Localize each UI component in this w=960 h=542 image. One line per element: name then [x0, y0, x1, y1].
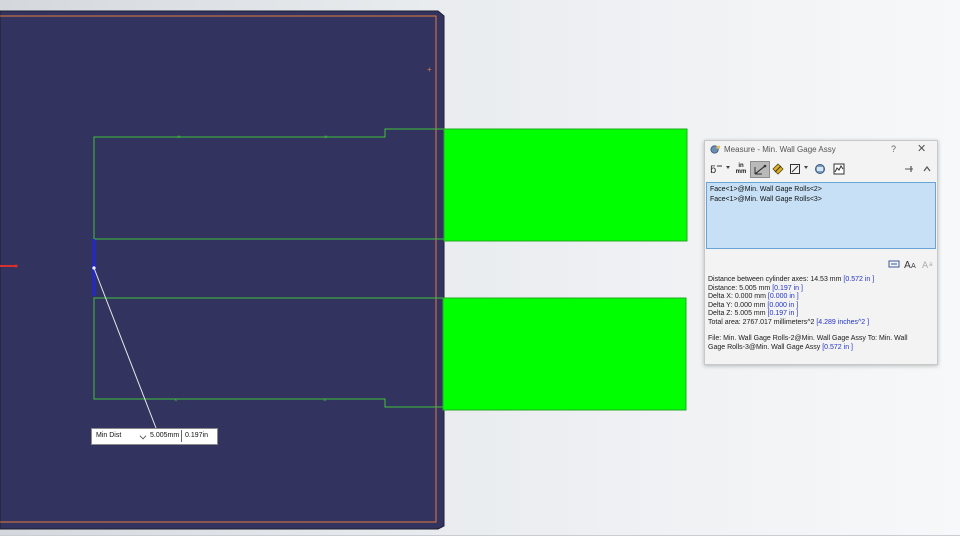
sketch-point: × — [174, 398, 178, 404]
help-button[interactable]: ? — [891, 144, 896, 154]
callout-value-mm: 5.005mm — [150, 432, 180, 439]
result-file-line2: Gage Rolls-3@Min. Wall Gage Assy [0.572 … — [708, 344, 853, 351]
roll-upper — [443, 128, 688, 242]
callout-divider — [181, 430, 182, 442]
result-cylinder-axes: Distance between cylinder axes: 14.53 mm… — [708, 276, 874, 283]
collapse-icon[interactable] — [921, 161, 933, 176]
result-inches: [0.000 in ] — [767, 293, 799, 300]
result-label: Delta Z: 5.005 mm — [708, 310, 766, 317]
measurement-history-icon[interactable] — [812, 161, 827, 176]
selection-item[interactable]: Face<1>@Min. Wall Gage Rolls<3> — [710, 196, 822, 203]
dialog-title: Measure - Min. Wall Gage Assy — [724, 145, 836, 154]
part-body — [0, 10, 445, 530]
roll-lower — [442, 297, 687, 411]
result-inches: [4.289 inches^2 ] — [816, 318, 870, 326]
result-inches: [0.197 in ] — [772, 284, 803, 292]
result-total-area: Total area: 2767.017 millimeters^2 [4.28… — [708, 319, 869, 326]
result-label: Delta X: 0.000 mm — [708, 293, 766, 300]
result-label: Gage Rolls-3@Min. Wall Gage Assy — [708, 343, 821, 351]
selection-list[interactable]: Face<1>@Min. Wall Gage Rolls<2> Face<1>@… — [706, 182, 936, 249]
pin-icon[interactable] — [903, 161, 915, 176]
result-file-line1: File: Min. Wall Gage Rolls-2@Min. Wall G… — [708, 335, 908, 342]
result-delta-y: Delta Y: 0.000 mm [0.000 in ] — [708, 302, 798, 309]
result-label: Total area: 2767.017 millimeters^2 — [708, 318, 815, 326]
create-sensor-icon[interactable] — [831, 161, 846, 176]
sketch-point: × — [324, 135, 328, 141]
dual-dimension-icon[interactable] — [888, 259, 900, 271]
svg-text:a: a — [929, 261, 933, 268]
origin-marker: + — [427, 65, 432, 74]
chevron-down-icon[interactable] — [726, 166, 730, 169]
svg-text:ƃ: ƃ — [710, 165, 716, 175]
close-button[interactable]: ✕ — [917, 142, 926, 155]
result-inches: [0.572 in ] — [843, 276, 875, 283]
triad-origin — [14, 264, 18, 268]
measure-dialog: Measure - Min. Wall Gage Assy ? ✕ ƃ in m… — [704, 140, 938, 365]
result-distance: Distance: 5.005 mm [0.197 in ] — [708, 285, 803, 292]
units-mm-label: mm — [735, 168, 747, 175]
svg-text:A: A — [922, 261, 929, 269]
chevron-down-icon[interactable] — [139, 432, 147, 440]
units-precision-button[interactable]: in mm — [734, 161, 748, 176]
selection-item[interactable]: Face<1>@Min. Wall Gage Rolls<2> — [710, 186, 822, 193]
result-label: Delta Y: 0.000 mm — [708, 301, 766, 309]
arc-circle-measure-icon[interactable]: ƃ — [709, 161, 724, 176]
text-disabled-icon: Aa — [922, 259, 934, 271]
result-label: Distance between cylinder axes: 14.53 mm — [708, 276, 842, 283]
font-size-icon[interactable]: AA — [904, 259, 917, 271]
projection-icon[interactable] — [787, 161, 802, 176]
result-delta-z: Delta Z: 5.005 mm [0.197 in ] — [708, 310, 798, 317]
svg-text:A: A — [911, 262, 916, 269]
chevron-down-icon[interactable] — [804, 166, 808, 169]
measurement-callout[interactable]: Min Dist 5.005mm 0.197in — [91, 428, 218, 445]
point-to-point-icon[interactable] — [770, 161, 785, 176]
callout-value-in: 0.197in — [185, 432, 208, 439]
result-label: Distance: 5.005 mm — [708, 284, 771, 292]
measure-toolbar: ƃ in mm — [705, 160, 937, 178]
dialog-titlebar[interactable]: Measure - Min. Wall Gage Assy ? ✕ — [705, 141, 937, 158]
callout-mode-select[interactable]: Min Dist — [96, 432, 121, 439]
sketch-point: × — [177, 135, 181, 141]
svg-text:A: A — [904, 260, 911, 269]
result-inches: [0.572 in ] — [822, 343, 853, 351]
show-xyz-measurements-icon[interactable] — [750, 161, 770, 178]
measure-tool-icon — [710, 145, 721, 154]
sketch-point: × — [323, 398, 327, 404]
result-inches: [0.197 in ] — [767, 310, 799, 317]
result-inches: [0.000 in ] — [767, 301, 799, 309]
result-delta-x: Delta X: 0.000 mm [0.000 in ] — [708, 293, 799, 300]
